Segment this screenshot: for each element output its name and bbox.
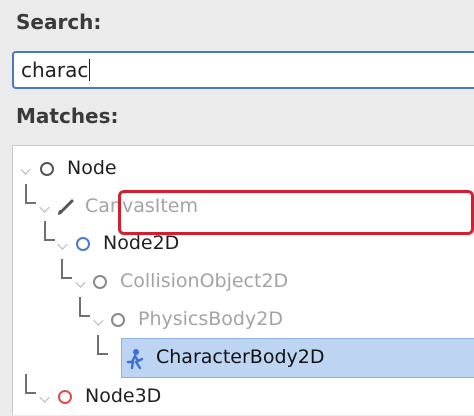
tree-connector xyxy=(97,335,108,355)
tree-item-label: PhysicsBody2D xyxy=(138,308,283,330)
collapse-arrow-icon[interactable] xyxy=(75,277,86,288)
tree-item-label: Node xyxy=(67,157,117,179)
search-label: Search: xyxy=(16,10,102,34)
physics-body-icon xyxy=(111,313,125,327)
tree-item-label: Node3D xyxy=(85,385,162,407)
tree-connector xyxy=(25,374,36,394)
node-icon xyxy=(40,162,54,176)
tree-item-node[interactable]: Node xyxy=(13,152,474,188)
tree-item-label: CharacterBody2D xyxy=(156,346,325,368)
collapse-arrow-icon[interactable] xyxy=(39,202,50,213)
search-input[interactable]: charac xyxy=(12,51,474,89)
tree-item-collisionobject2d[interactable]: CollisionObject2D xyxy=(13,259,474,301)
red-highlight-annotation xyxy=(118,190,474,235)
collapse-arrow-icon[interactable] xyxy=(39,392,50,403)
tree-item-physicsbody2d[interactable]: PhysicsBody2D xyxy=(13,297,474,339)
tree-connector xyxy=(44,221,55,241)
matches-label: Matches: xyxy=(16,104,119,128)
brush-icon xyxy=(58,199,74,215)
tree-connector xyxy=(25,184,36,204)
tree-connector xyxy=(79,297,90,317)
tree-connector xyxy=(61,259,72,279)
text-caret xyxy=(89,59,91,81)
collapse-arrow-icon[interactable] xyxy=(20,164,31,175)
tree-item-label: CollisionObject2D xyxy=(120,270,289,292)
collision-object-icon xyxy=(93,275,107,289)
collapse-arrow-icon[interactable] xyxy=(57,239,68,250)
tree-item-characterbody2d[interactable]: CharacterBody2D xyxy=(13,335,474,377)
tree-item-label: Node2D xyxy=(103,232,180,254)
node3d-icon xyxy=(58,390,72,404)
character-body-icon xyxy=(126,349,144,370)
node2d-icon xyxy=(76,237,90,251)
tree-item-node3d[interactable]: Node3D xyxy=(13,374,474,416)
search-input-value: charac xyxy=(21,58,89,82)
matches-tree[interactable]: Node CanvasItem Node2D CollisionObject2D… xyxy=(12,145,474,415)
collapse-arrow-icon[interactable] xyxy=(93,315,104,326)
